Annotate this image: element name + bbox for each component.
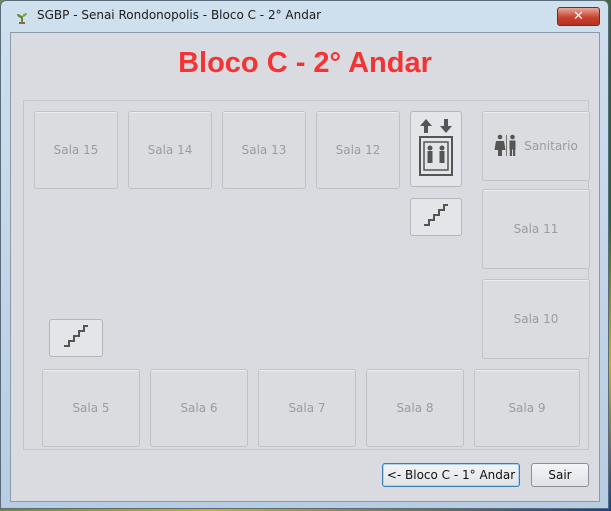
floor-plan-panel: Sala 15 Sala 14 Sala 13 Sala 12 Sanitari… [23,100,590,450]
room-sanitario-label: Sanitario [524,139,578,153]
elevator-icon [417,115,455,183]
room-sala-14[interactable]: Sala 14 [128,111,212,189]
room-sala-8[interactable]: Sala 8 [366,369,464,447]
room-sala-6[interactable]: Sala 6 [150,369,248,447]
room-sala-11[interactable]: Sala 11 [482,189,590,269]
elevator-button[interactable] [410,111,462,187]
room-sala-13[interactable]: Sala 13 [222,111,306,189]
title-bar[interactable]: SGBP - Senai Rondonopolis - Bloco C - 2°… [1,1,608,31]
close-button[interactable]: ✕ [557,7,600,26]
room-sala-10[interactable]: Sala 10 [482,279,590,359]
previous-floor-button[interactable]: <- Bloco C - 1° Andar [382,463,520,487]
room-sala-15[interactable]: Sala 15 [34,111,118,189]
app-window: SGBP - Senai Rondonopolis - Bloco C - 2°… [0,0,609,509]
room-sanitario[interactable]: Sanitario [482,111,590,181]
exit-button[interactable]: Sair [531,463,589,487]
window-title: SGBP - Senai Rondonopolis - Bloco C - 2°… [37,8,322,22]
stairs-icon [423,204,449,230]
plant-icon [15,10,29,24]
restroom-icon [494,133,518,160]
stairs-button-right[interactable] [410,198,462,236]
room-sala-9[interactable]: Sala 9 [474,369,580,447]
page-title: Bloco C - 2° Andar [178,47,432,79]
room-sala-7[interactable]: Sala 7 [258,369,356,447]
client-area: Bloco C - 2° Andar Sala 15 Sala 14 Sala … [10,32,600,502]
stairs-button-left[interactable] [49,319,103,357]
stairs-icon [63,325,89,351]
room-sala-5[interactable]: Sala 5 [42,369,140,447]
room-sala-12[interactable]: Sala 12 [316,111,400,189]
